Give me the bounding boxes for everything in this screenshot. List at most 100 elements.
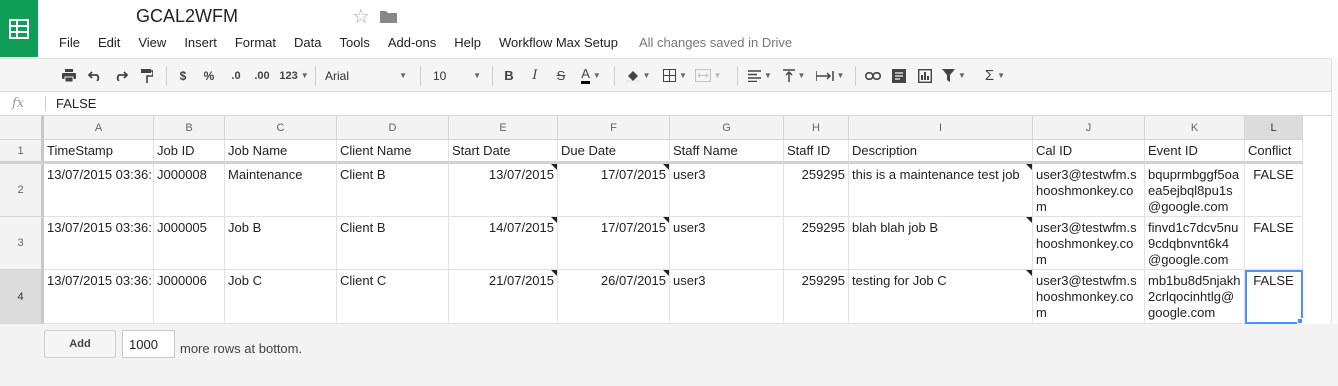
menu-add-ons[interactable]: Add-ons: [388, 35, 436, 50]
formula-input[interactable]: FALSE: [56, 96, 96, 111]
cell-job-name[interactable]: Maintenance: [225, 164, 337, 217]
column-header-j[interactable]: J: [1033, 116, 1145, 140]
merge-cells-button[interactable]: ▼: [693, 59, 723, 92]
cell-description[interactable]: testing for Job C: [849, 270, 1033, 324]
cell-start-date[interactable]: 21/07/2015: [449, 270, 558, 324]
cell-conflict[interactable]: FALSE: [1245, 217, 1303, 270]
currency-format-button[interactable]: $: [174, 59, 192, 92]
column-header-f[interactable]: F: [558, 116, 670, 140]
cell-timestamp[interactable]: 13/07/2015 03:36:: [44, 270, 154, 324]
insert-chart-icon[interactable]: [914, 59, 936, 92]
italic-button[interactable]: I: [525, 59, 545, 92]
vertical-align-button[interactable]: ▼: [779, 59, 809, 92]
more-formats-button[interactable]: 123 ▼: [276, 59, 312, 92]
cell-staff-name[interactable]: user3: [670, 217, 784, 270]
column-header-d[interactable]: D: [337, 116, 449, 140]
column-header-i[interactable]: I: [849, 116, 1033, 140]
menu-edit[interactable]: Edit: [98, 35, 120, 50]
cell-client-name[interactable]: Client C: [337, 270, 449, 324]
font-size-select[interactable]: 10 ▼: [430, 59, 484, 92]
menu-workflow-max-setup[interactable]: Workflow Max Setup: [499, 35, 618, 50]
insert-link-icon[interactable]: [862, 59, 884, 92]
header-cell-description[interactable]: Description: [849, 140, 1033, 164]
select-all-corner[interactable]: [0, 116, 44, 140]
column-header-a[interactable]: A: [44, 116, 154, 140]
functions-button[interactable]: Σ ▼: [978, 59, 1012, 92]
menu-help[interactable]: Help: [454, 35, 481, 50]
cell-timestamp[interactable]: 13/07/2015 03:36:: [44, 164, 154, 217]
header-cell-timestamp[interactable]: TimeStamp: [44, 140, 154, 164]
active-cell-conflict[interactable]: FALSE: [1245, 270, 1303, 324]
menu-insert[interactable]: Insert: [184, 35, 217, 50]
header-cell-client-name[interactable]: Client Name: [337, 140, 449, 164]
cell-cal-id[interactable]: user3@testwfm.shooshmonkey.com: [1033, 217, 1145, 270]
sheets-logo[interactable]: [0, 0, 38, 57]
cell-cal-id[interactable]: user3@testwfm.shooshmonkey.com: [1033, 270, 1145, 324]
cell-staff-id[interactable]: 259295: [784, 217, 849, 270]
fill-color-button[interactable]: ▼: [622, 59, 654, 92]
cell-timestamp[interactable]: 13/07/2015 03:36:: [44, 217, 154, 270]
document-title[interactable]: GCAL2WFM: [136, 6, 238, 27]
decrease-decimals-button[interactable]: .0: [225, 59, 247, 92]
cell-description[interactable]: this is a maintenance test job: [849, 164, 1033, 217]
column-header-h[interactable]: H: [784, 116, 849, 140]
cell-job-name[interactable]: Job B: [225, 217, 337, 270]
cell-cal-id[interactable]: user3@testwfm.shooshmonkey.com: [1033, 164, 1145, 217]
cell-event-id[interactable]: bquprmbggf5oaea5ejbql8pu1s@google.com: [1145, 164, 1245, 217]
header-cell-cal-id[interactable]: Cal ID: [1033, 140, 1145, 164]
filter-button[interactable]: ▼: [940, 59, 968, 92]
header-cell-event-id[interactable]: Event ID: [1145, 140, 1245, 164]
cell-description[interactable]: blah blah job B: [849, 217, 1033, 270]
print-icon[interactable]: [58, 59, 80, 92]
borders-button[interactable]: ▼: [660, 59, 690, 92]
row-header-4[interactable]: 4: [0, 270, 44, 324]
percent-format-button[interactable]: %: [200, 59, 218, 92]
menu-tools[interactable]: Tools: [339, 35, 369, 50]
cell-due-date[interactable]: 17/07/2015: [558, 164, 670, 217]
rows-count-input[interactable]: [122, 330, 175, 358]
cell-client-name[interactable]: Client B: [337, 164, 449, 217]
header-cell-job-name[interactable]: Job Name: [225, 140, 337, 164]
cell-job-id[interactable]: J000005: [154, 217, 225, 270]
column-header-e[interactable]: E: [449, 116, 558, 140]
cell-due-date[interactable]: 17/07/2015: [558, 217, 670, 270]
horizontal-align-button[interactable]: ▼: [745, 59, 775, 92]
header-cell-staff-id[interactable]: Staff ID: [784, 140, 849, 164]
row-header-2[interactable]: 2: [0, 164, 44, 217]
folder-icon[interactable]: [380, 10, 397, 26]
star-icon[interactable]: ☆: [352, 4, 370, 29]
cell-job-id[interactable]: J000008: [154, 164, 225, 217]
header-cell-conflict[interactable]: Conflict: [1245, 140, 1303, 164]
cell-due-date[interactable]: 26/07/2015: [558, 270, 670, 324]
column-header-c[interactable]: C: [225, 116, 337, 140]
vertical-scrollbar[interactable]: [1331, 58, 1338, 324]
header-cell-staff-name[interactable]: Staff Name: [670, 140, 784, 164]
row-header-3[interactable]: 3: [0, 217, 44, 270]
header-cell-job-id[interactable]: Job ID: [154, 140, 225, 164]
add-rows-button[interactable]: Add: [44, 330, 116, 358]
cell-conflict[interactable]: FALSE: [1245, 164, 1303, 217]
header-cell-start-date[interactable]: Start Date: [449, 140, 558, 164]
column-header-l[interactable]: L: [1245, 116, 1303, 140]
column-header-k[interactable]: K: [1145, 116, 1245, 140]
paint-format-icon[interactable]: [136, 59, 158, 92]
strikethrough-button[interactable]: S: [551, 59, 571, 92]
cell-event-id[interactable]: finvd1c7dcv5nu9cdqbnvnt6k4@google.com: [1145, 217, 1245, 270]
font-family-select[interactable]: Arial ▼: [322, 59, 410, 92]
cell-staff-id[interactable]: 259295: [784, 164, 849, 217]
cell-event-id[interactable]: mb1bu8d5njakh2crlqocinhtlg@google.com: [1145, 270, 1245, 324]
cell-staff-name[interactable]: user3: [670, 270, 784, 324]
menu-format[interactable]: Format: [235, 35, 276, 50]
cell-start-date[interactable]: 13/07/2015: [449, 164, 558, 217]
bold-button[interactable]: B: [499, 59, 519, 92]
increase-decimals-button[interactable]: .00: [251, 59, 273, 92]
text-wrap-button[interactable]: ▼: [813, 59, 847, 92]
cell-job-id[interactable]: J000006: [154, 270, 225, 324]
menu-file[interactable]: File: [59, 35, 80, 50]
cell-staff-id[interactable]: 259295: [784, 270, 849, 324]
column-header-b[interactable]: B: [154, 116, 225, 140]
cell-start-date[interactable]: 14/07/2015: [449, 217, 558, 270]
text-color-button[interactable]: A ▼: [575, 59, 607, 92]
cell-staff-name[interactable]: user3: [670, 164, 784, 217]
menu-data[interactable]: Data: [294, 35, 321, 50]
